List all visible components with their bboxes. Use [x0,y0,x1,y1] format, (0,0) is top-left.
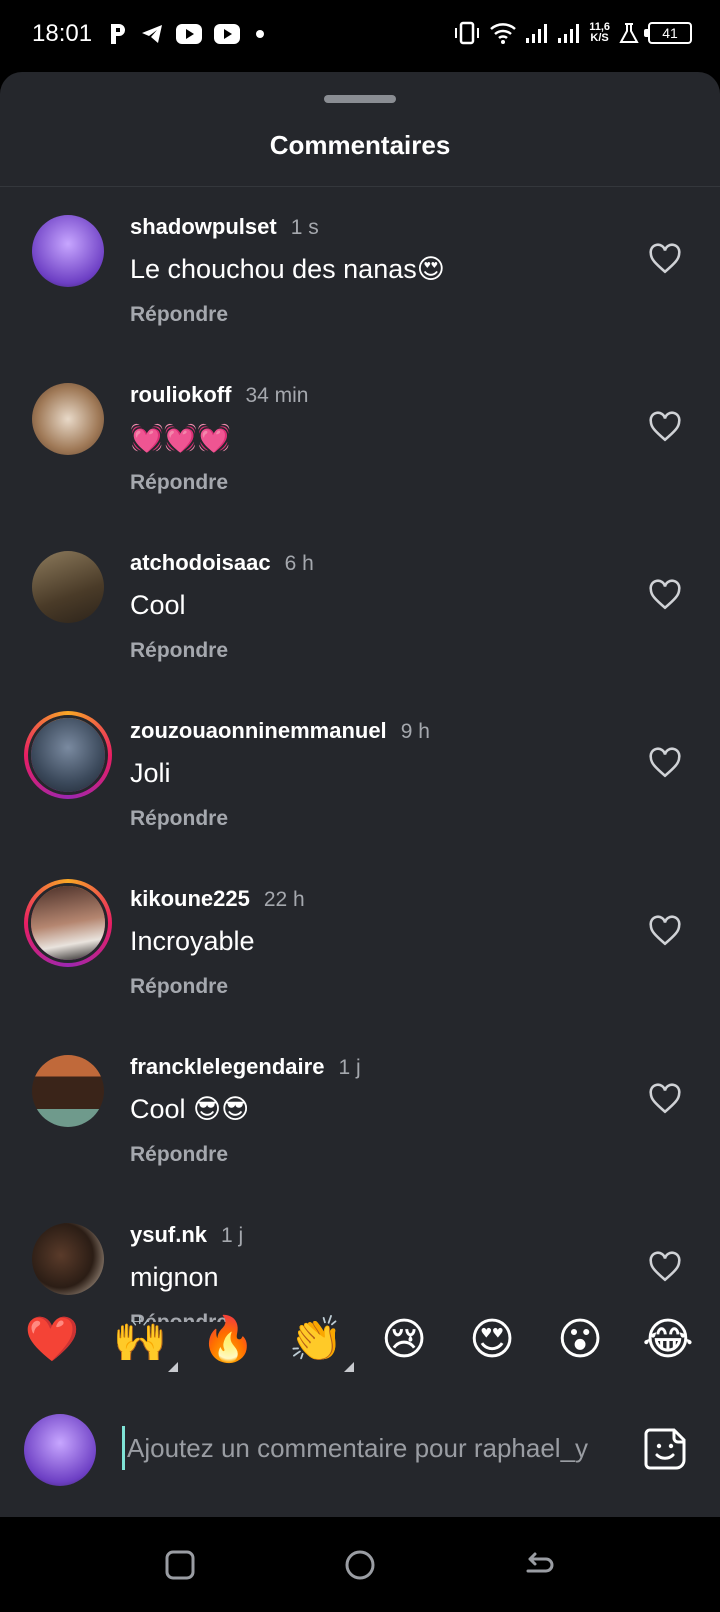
youtube-icon [176,24,202,44]
like-heart-icon[interactable] [648,243,682,275]
comment-time: 1 j [221,1224,244,1247]
reaction-heart[interactable]: ❤️ [22,1310,82,1370]
avatar[interactable] [32,1223,104,1295]
comment-item: francklelegendaire 1 j Cool 😎😎 Répondre [0,1027,720,1195]
home-icon[interactable] [342,1547,378,1583]
avatar[interactable] [32,1055,104,1127]
reply-button[interactable]: Répondre [130,303,228,327]
comment-meta: kikoune225 22 h [130,886,305,912]
comment-item: shadowpulset 1 s Le chouchou des nanas😍 … [0,187,720,355]
avatar-with-story-ring[interactable] [24,711,112,799]
reply-button[interactable]: Répondre [130,975,228,999]
comment-time: 34 min [245,384,309,407]
avatar-with-story-ring[interactable] [24,879,112,967]
network-speed: 11,6 K/S [589,22,610,44]
comment-composer: Ajoutez un commentaire pour raphael_y [0,1402,720,1492]
comment-time: 6 h [284,552,314,575]
system-nav-bar [0,1517,720,1612]
reaction-surprised[interactable]: 😮 [550,1310,610,1370]
telegram-icon [142,25,162,43]
status-bar: 18:01 11,6 K/S 41 [0,0,720,72]
like-heart-icon[interactable] [648,1083,682,1115]
comment-text: mignon [130,1262,219,1292]
avatar[interactable] [32,215,104,287]
battery-indicator: 41 [644,22,692,44]
sheet-title: Commentaires [269,130,451,160]
comment-username[interactable]: shadowpulset [130,214,277,240]
like-heart-icon[interactable] [648,579,682,611]
reaction-laughing[interactable]: 😂 [638,1310,698,1370]
back-icon[interactable] [522,1547,558,1583]
comment-text: Cool [130,590,186,620]
comments-sheet: Commentaires shadowpulset 1 s Le choucho… [0,72,720,1517]
comment-username[interactable]: ysuf.nk [130,1222,207,1248]
comment-meta: atchodoisaac 6 h [130,550,314,576]
comment-item: zouzouaonninemmanuel 9 h Joli Répondre [0,691,720,859]
reaction-crying[interactable]: 😢 [374,1310,434,1370]
comment-text: Joli [130,758,171,788]
comment-meta: shadowpulset 1 s [130,214,319,240]
comment-time: 1 j [338,1056,361,1079]
signal-icon [558,24,580,43]
reaction-emoji: 🙌 [112,1315,168,1364]
skin-tone-indicator [344,1362,354,1372]
comment-username[interactable]: kikoune225 [130,886,250,912]
p-app-icon [111,24,125,44]
sticker-icon[interactable] [642,1426,688,1472]
comment-username[interactable]: francklelegendaire [130,1054,324,1080]
like-heart-icon[interactable] [648,411,682,443]
status-indicators: 11,6 K/S 41 [453,20,692,46]
comment-username[interactable]: atchodoisaac [130,550,271,576]
dot-icon [256,30,264,38]
comment-text: Le chouchou des nanas😍 [130,254,445,284]
comment-meta: zouzouaonninemmanuel 9 h [130,718,430,744]
own-avatar [24,1414,96,1486]
avatar[interactable] [32,551,104,623]
comment-item: atchodoisaac 6 h Cool Répondre [0,523,720,691]
comment-input[interactable]: Ajoutez un commentaire pour raphael_y [122,1426,612,1470]
comment-text: 💓💓💓 [130,423,231,453]
recents-icon[interactable] [162,1547,198,1583]
comment-meta: rouliokoff 34 min [130,382,308,408]
reply-button[interactable]: Répondre [130,639,228,663]
like-heart-icon[interactable] [648,1251,682,1283]
comment-time: 9 h [400,720,430,743]
comment-text: Incroyable [130,926,255,956]
reaction-heart-eyes[interactable]: 😍 [462,1310,522,1370]
reply-button[interactable]: Répondre [130,1143,228,1167]
skin-tone-indicator [168,1362,178,1372]
comment-list[interactable]: shadowpulset 1 s Le chouchou des nanas😍 … [0,187,720,1322]
reaction-raised-hands[interactable]: 🙌 [110,1310,178,1372]
comment-meta: francklelegendaire 1 j [130,1054,361,1080]
sheet-drag-handle[interactable] [324,95,396,103]
comment-item: kikoune225 22 h Incroyable Répondre [0,859,720,1027]
avatar[interactable] [32,383,104,455]
reaction-emoji: 👏 [288,1315,344,1364]
vibrate-icon [455,21,480,45]
comment-username[interactable]: zouzouaonninemmanuel [130,718,387,744]
comment-username[interactable]: rouliokoff [130,382,231,408]
wifi-icon [490,23,517,44]
comment-time: 22 h [263,888,305,911]
reply-button[interactable]: Répondre [130,471,228,495]
quick-reactions-bar: ❤️ 🙌 🔥 👏 😢 😍 😮 😂 [0,1290,720,1390]
status-time: 18:01 [32,20,93,47]
flask-icon [619,23,639,43]
comment-item: rouliokoff 34 min 💓💓💓 Répondre [0,355,720,523]
reaction-fire[interactable]: 🔥 [198,1310,258,1370]
comment-meta: ysuf.nk 1 j [130,1222,243,1248]
like-heart-icon[interactable] [648,747,682,779]
status-app-icons [108,22,268,46]
comment-text: Cool 😎😎 [130,1094,250,1124]
reaction-clap[interactable]: 👏 [286,1310,354,1372]
network-speed-unit: K/S [590,32,609,44]
like-heart-icon[interactable] [648,915,682,947]
youtube-icon [214,24,240,44]
comment-time: 1 s [290,216,319,239]
signal-icon [526,24,548,43]
reply-button[interactable]: Répondre [130,807,228,831]
